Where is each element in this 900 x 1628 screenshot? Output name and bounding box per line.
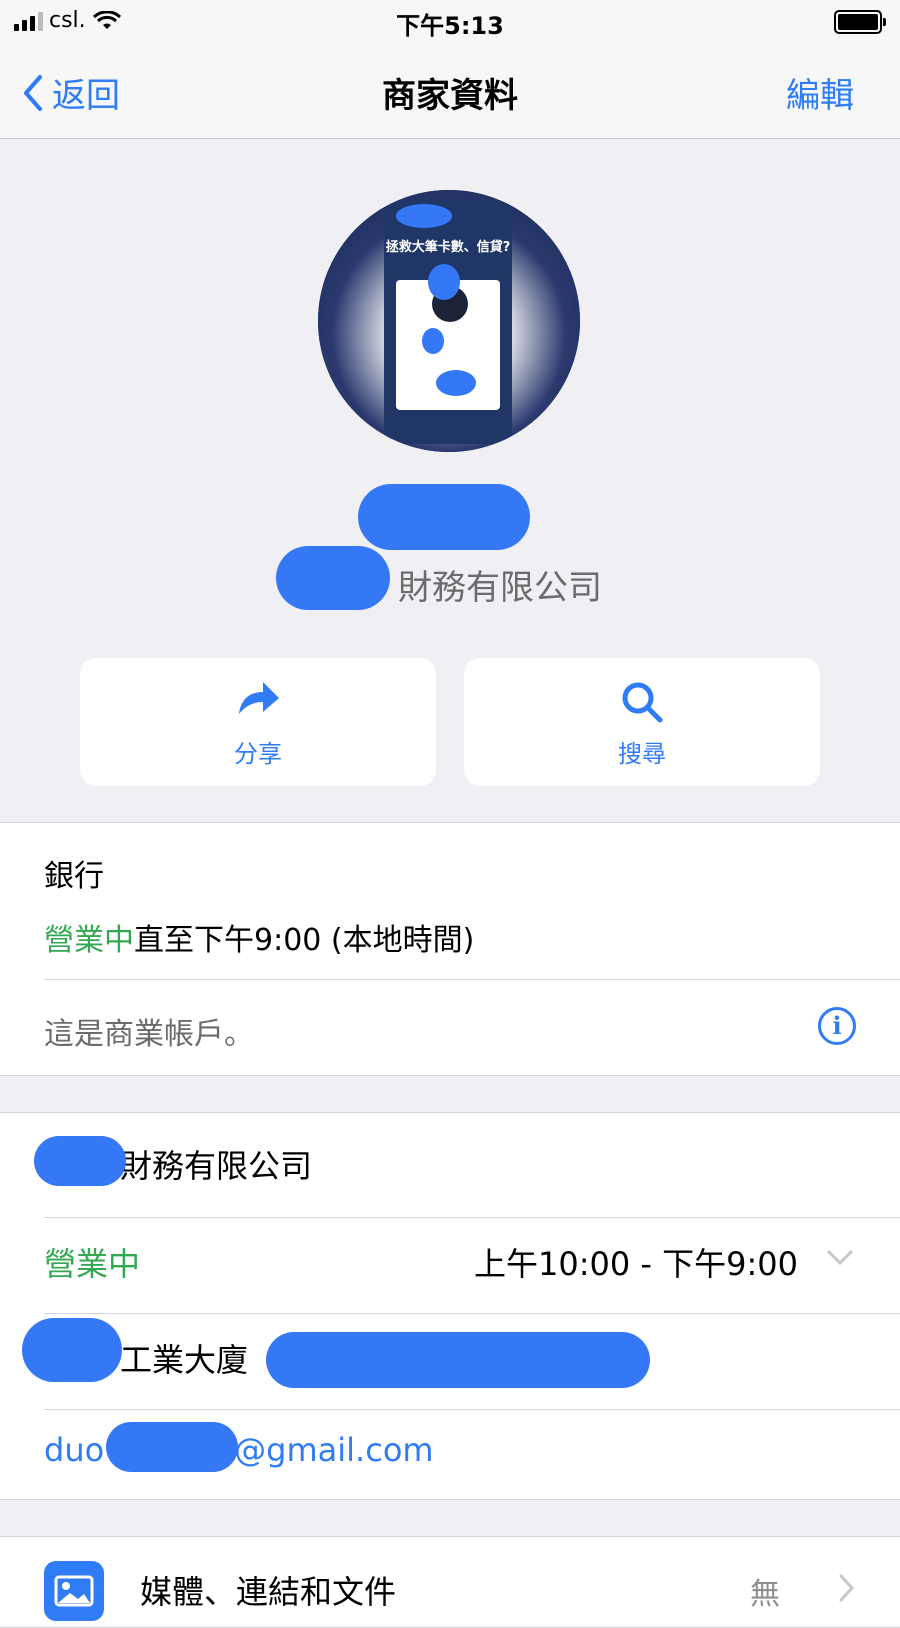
redaction-mark [34,1136,126,1186]
business-account-note: 這是商業帳戶。 [44,1017,254,1052]
redaction-mark [266,1332,650,1388]
redaction-mark [422,328,444,354]
battery-icon [834,10,886,34]
search-label: 搜尋 [618,740,666,768]
status-bar: csl. 下午5:13 [0,0,900,44]
category-label: 銀行 [44,859,104,894]
redaction-mark [106,1422,238,1472]
summary-section: 銀行 營業中直至下午9:00 (本地時間) 這是商業帳戶。 i [0,822,900,1076]
redaction-mark [276,546,390,610]
photo-icon [44,1561,104,1621]
company-name: 財務有限公司 [398,568,602,608]
redaction-mark [396,204,452,228]
share-button[interactable]: 分享 [80,658,436,786]
redaction-mark [428,264,460,300]
business-avatar[interactable]: 拯救大筆卡數、信貸? [318,190,580,452]
edit-button[interactable]: 編輯 [786,68,854,117]
status-time: 下午5:13 [396,12,504,40]
share-arrow-icon [239,682,279,714]
magnifier-icon [622,682,663,723]
hours-range: 上午10:00 - 下午9:00 [474,1245,798,1283]
share-label: 分享 [234,740,282,768]
hours-row[interactable]: 營業中 上午10:00 - 下午9:00 [44,1239,900,1285]
media-value: 無 [750,1577,780,1612]
redaction-mark [358,484,530,550]
navigation-bar: 返回 商家資料 編輯 [0,44,900,139]
info-icon[interactable]: i [818,1007,856,1045]
media-label: 媒體、連結和文件 [140,1573,397,1611]
chevron-right-icon [839,1574,855,1602]
open-status: 營業中 [44,923,134,958]
page-title: 商家資料 [382,76,518,116]
chevron-down-icon [827,1250,853,1266]
redaction-mark [22,1318,122,1382]
open-hours-summary: 營業中直至下午9:00 (本地時間) [44,915,900,959]
open-status: 營業中 [44,1245,141,1283]
poster-title: 拯救大筆卡數、信貸? [385,240,511,255]
poster-image: 拯救大筆卡數、信貸? [384,200,512,444]
hours-text: 直至下午9:00 (本地時間) [134,923,475,958]
redaction-mark [436,370,476,396]
search-button[interactable]: 搜尋 [464,658,820,786]
business-name-row[interactable]: 財務有限公司 [44,1141,900,1187]
media-section[interactable]: 媒體、連結和文件 無 [0,1536,900,1628]
